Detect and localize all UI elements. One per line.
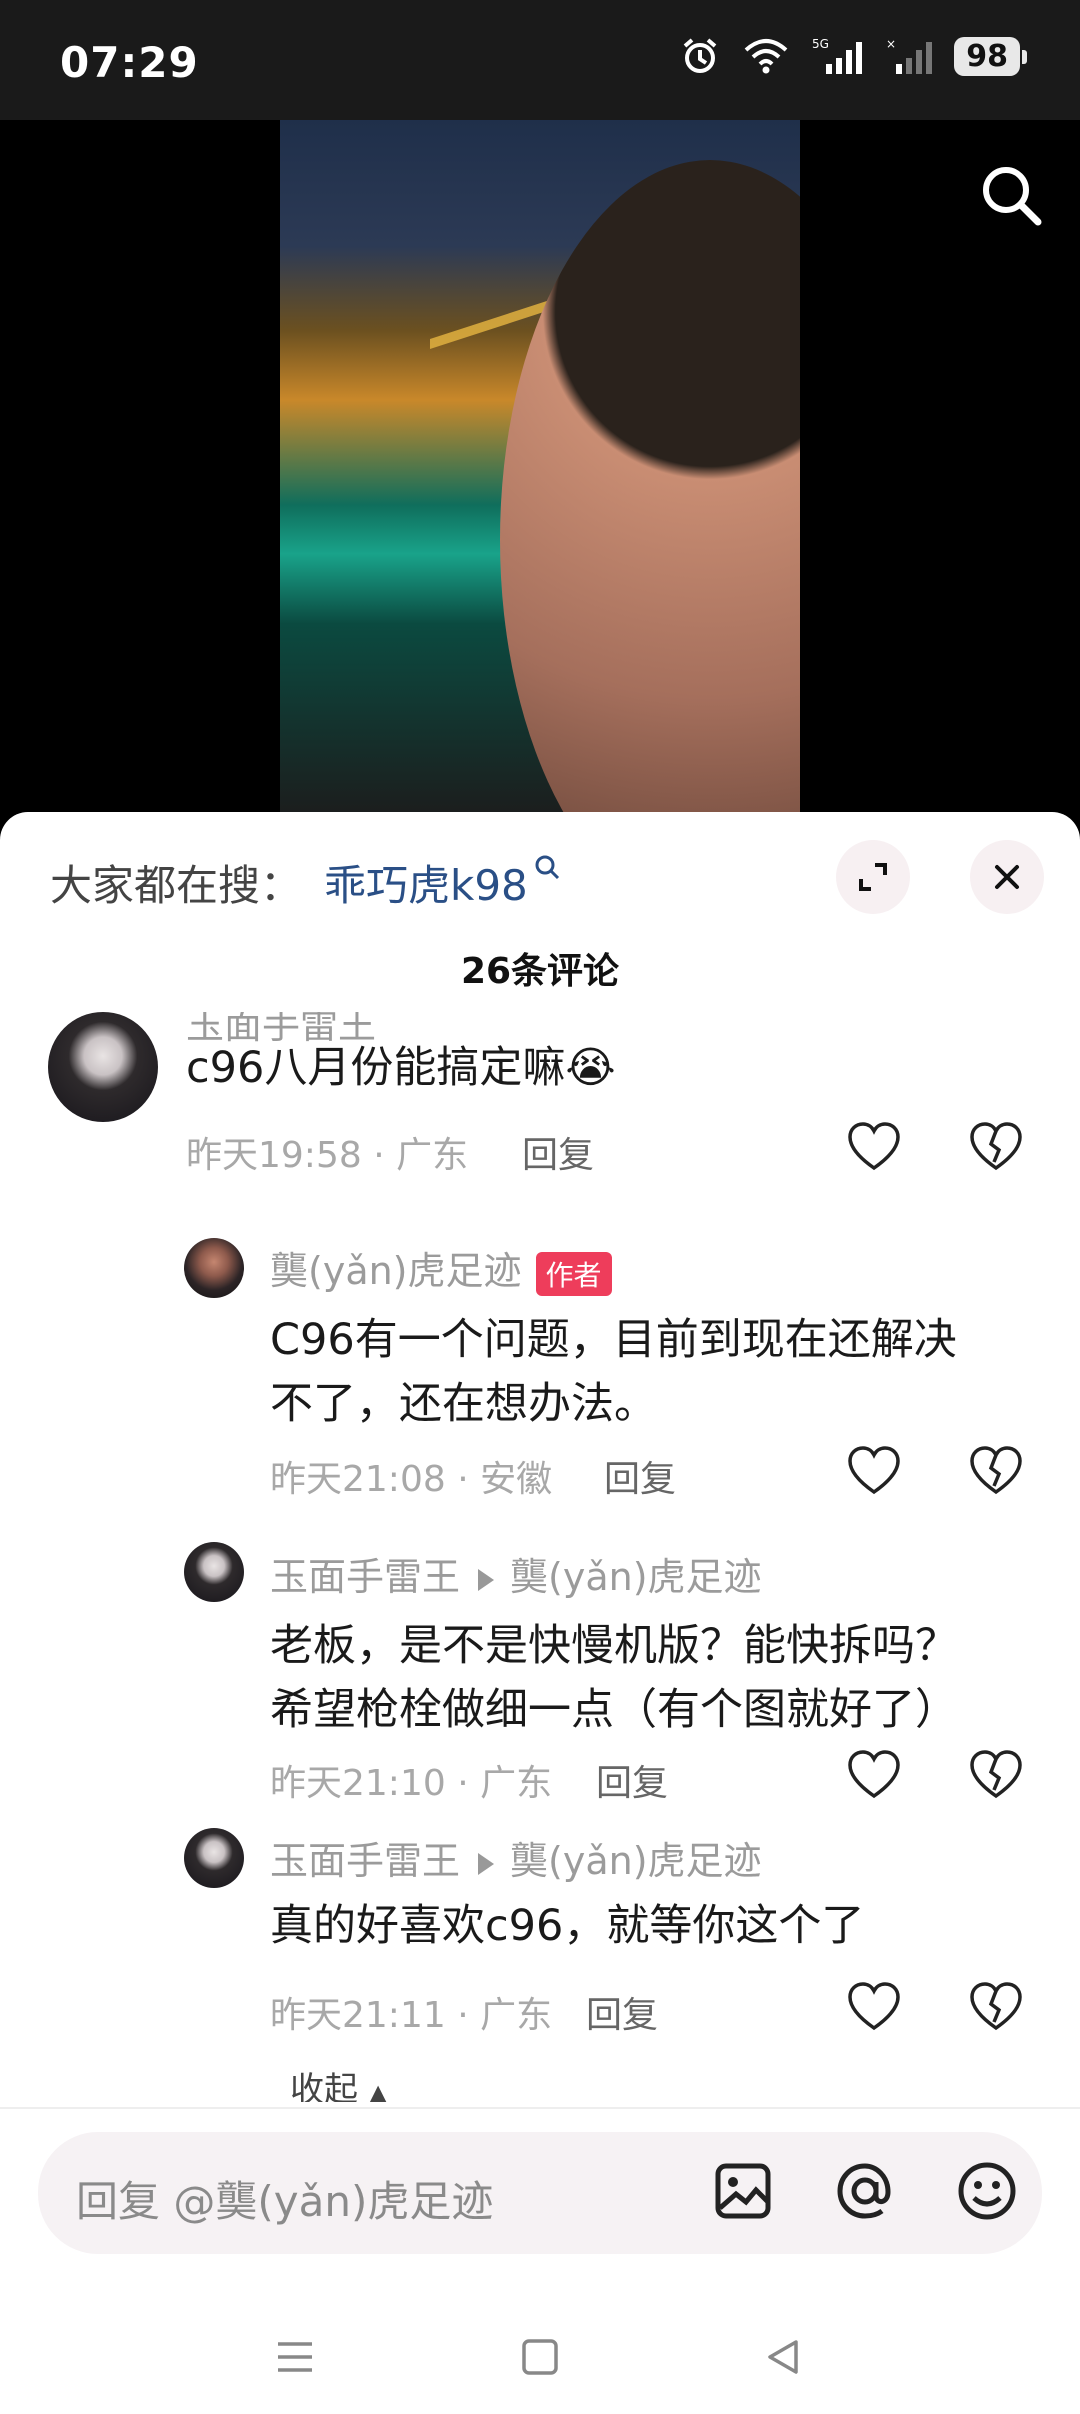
comment-meta: 昨天19:58 · 广东 [186, 1135, 469, 1176]
avatar[interactable] [184, 1542, 244, 1602]
broken-heart-icon[interactable] [968, 1120, 1024, 1176]
image-icon[interactable] [708, 2156, 778, 2226]
status-bar: 07:29 5G × 98 [0, 0, 1080, 120]
avatar[interactable] [184, 1238, 244, 1298]
alarm-icon [683, 38, 717, 73]
reply-button[interactable]: 回复 [586, 1986, 658, 2038]
divider [0, 2107, 1080, 2109]
signal-5g-icon: 5G [812, 37, 863, 74]
svg-text:5G: 5G [812, 37, 829, 51]
reply-author-name: 玉面手雷王 [270, 1839, 461, 1883]
comment-list-continued: 玉面手雷王 龑(yǎn)虎足迹 真的好喜欢c96，就等你这个了 昨天21:11 ·… [0, 1822, 1080, 2102]
reply-text: 真的好喜欢c96，就等你这个了 [270, 1901, 865, 1951]
reply-author-name: 玉面手雷王 [270, 1555, 461, 1599]
status-time: 07:29 [60, 38, 199, 87]
heart-icon[interactable] [846, 1444, 902, 1500]
reply-to-name: 龑(yǎn)虎足迹 [510, 1839, 762, 1883]
signal-icon: × [886, 37, 933, 74]
svg-text:×: × [886, 37, 896, 51]
small-search-icon [535, 855, 559, 880]
home-icon[interactable] [515, 2332, 565, 2382]
reply-button[interactable]: 回复 [522, 1126, 594, 1178]
reply-text-line: 不了，还在想办法。 [270, 1379, 657, 1429]
comment-input[interactable]: 回复 @龑(yǎn)虎足迹 [38, 2132, 1042, 2254]
reply-meta: 昨天21:08 · 安徽 [270, 1459, 553, 1500]
battery-indicator: 98 [954, 36, 1027, 76]
expand-button[interactable] [836, 840, 910, 914]
reply-author[interactable]: 玉面手雷王 龑(yǎn)虎足迹 [270, 1546, 762, 1601]
reply-button[interactable]: 回复 [596, 1754, 668, 1806]
hot-search-keyword[interactable]: 乖巧虎k98 [324, 852, 560, 913]
reply-meta: 昨天21:10 · 广东 [270, 1763, 553, 1804]
heart-icon[interactable] [846, 1748, 902, 1804]
close-icon [995, 865, 1019, 889]
comment-text: c96八月份能搞定嘛😭 [186, 1043, 616, 1093]
reply-text-line: C96有一个问题，目前到现在还解决 [270, 1315, 957, 1365]
comment-count: 26条评论 [460, 951, 620, 992]
reply-arrow-icon [478, 1568, 495, 1591]
reply-text-line: 老板，是不是快慢机版？能快拆吗？ [270, 1621, 958, 1671]
heart-icon[interactable] [846, 1120, 902, 1176]
chevron-up-icon: ▲ [368, 2079, 388, 2102]
search-icon[interactable] [976, 160, 1046, 230]
close-button[interactable] [970, 840, 1044, 914]
expand-icon [859, 863, 887, 891]
collapse-label: 收起 [290, 2070, 358, 2102]
hot-search-keyword-text: 乖巧虎k98 [324, 861, 528, 910]
emoji-icon[interactable] [952, 2156, 1022, 2226]
status-icons: 5G × 98 [680, 36, 1027, 76]
reply-author-name: 龑(yǎn)虎足迹 [270, 1249, 522, 1293]
wifi-icon [744, 39, 788, 74]
reply-author[interactable]: 龑(yǎn)虎足迹 作者 [270, 1240, 612, 1296]
video-frame [280, 120, 800, 820]
reply-text-line: 希望枪栓做细一点（有个图就好了） [270, 1685, 958, 1735]
at-icon[interactable] [830, 2156, 900, 2226]
reply-arrow-icon [478, 1852, 495, 1875]
broken-heart-icon[interactable] [968, 1748, 1024, 1804]
reply-meta: 昨天21:11 · 广东 [270, 1995, 553, 2036]
comment-sheet: 大家都在搜： 乖巧虎k98 26条评论 玉面手雷王 c96八月份能搞定嘛😭 昨天… [0, 812, 1080, 2414]
heart-icon[interactable] [846, 1980, 902, 2036]
broken-heart-icon[interactable] [968, 1980, 1024, 2036]
author-tag: 作者 [535, 1251, 612, 1296]
video-player[interactable] [0, 120, 1080, 820]
hot-search-label: 大家都在搜： [50, 861, 303, 910]
menu-icon[interactable] [270, 2332, 320, 2382]
avatar[interactable] [184, 1828, 244, 1888]
collapse-replies-button[interactable]: 收起 ▲ [290, 2062, 387, 2102]
reply-button[interactable]: 回复 [604, 1450, 676, 1502]
navigation-bar [0, 2292, 1080, 2414]
avatar[interactable] [48, 1012, 158, 1122]
comment-input-placeholder: 回复 @龑(yǎn)虎足迹 [76, 2177, 494, 2226]
reply-author[interactable]: 玉面手雷王 龑(yǎn)虎足迹 [270, 1830, 762, 1885]
comment-list: 玉面手雷王 c96八月份能搞定嘛😭 昨天19:58 · 广东 回复 龑(yǎn)… [0, 1012, 1080, 1912]
sheet-header: 大家都在搜： 乖巧虎k98 [0, 812, 1080, 932]
broken-heart-icon[interactable] [968, 1444, 1024, 1500]
reply-to-name: 龑(yǎn)虎足迹 [510, 1555, 762, 1599]
back-icon[interactable] [758, 2332, 808, 2382]
